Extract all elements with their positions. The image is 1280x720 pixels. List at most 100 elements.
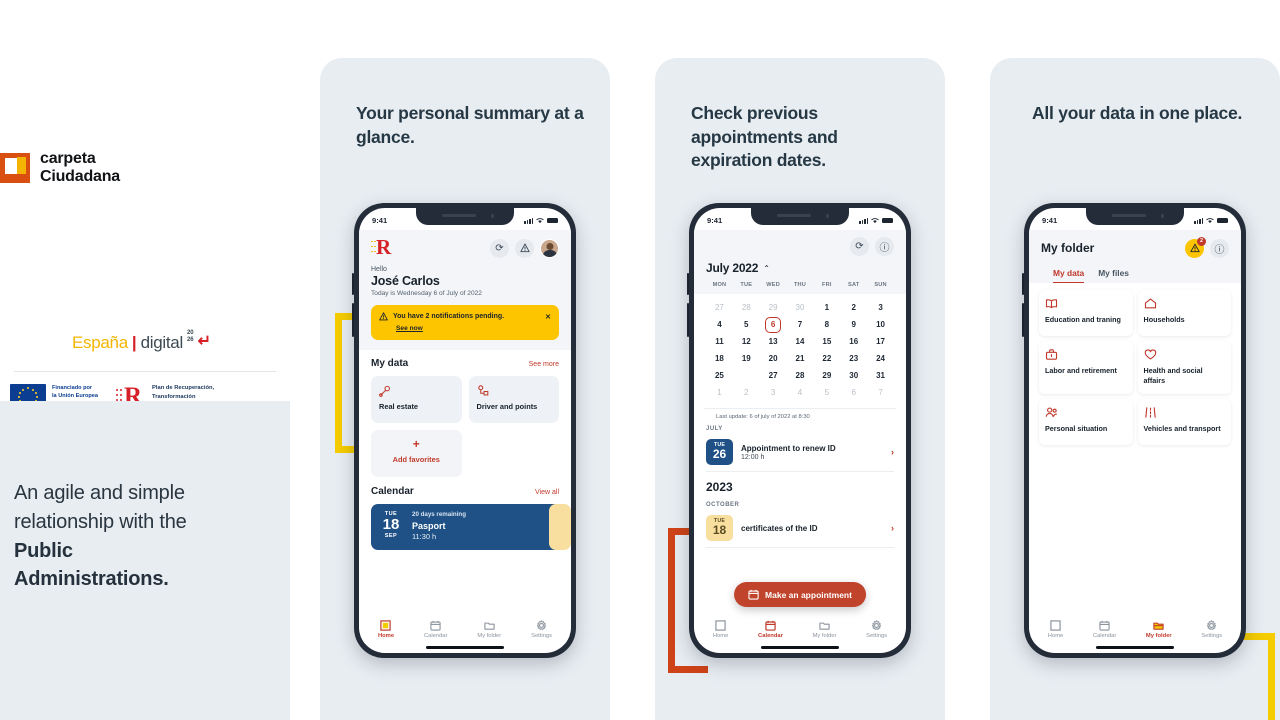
- calendar-day[interactable]: 3: [867, 301, 894, 315]
- calendar-day[interactable]: 23: [840, 352, 867, 366]
- alert-triangle-icon[interactable]: 2: [1185, 236, 1206, 258]
- tab-my-files[interactable]: My files: [1098, 268, 1129, 283]
- folder-header: My folder 2 ⓘ My data My files: [1029, 230, 1241, 283]
- calendar-day[interactable]: 14: [787, 335, 814, 349]
- carpeta-logo-icon: [0, 152, 30, 183]
- calendar-day[interactable]: 2: [840, 301, 867, 315]
- refresh-icon[interactable]: ⟳: [850, 237, 869, 256]
- calendar-day[interactable]: 30: [840, 369, 867, 383]
- month-selector[interactable]: July 2022 ⌃: [706, 261, 894, 275]
- chevron-right-icon: ›: [891, 523, 894, 533]
- calendar-icon: [1093, 619, 1117, 631]
- calendar-day[interactable]: 5: [813, 386, 840, 400]
- plus-icon: +: [412, 437, 420, 451]
- avatar[interactable]: [540, 238, 559, 258]
- next-event-card-peek[interactable]: [549, 504, 571, 550]
- tile-real-estate[interactable]: Real estate: [371, 376, 462, 423]
- tab-settings[interactable]: Settings: [531, 619, 552, 639]
- tab-my-data[interactable]: My data: [1053, 268, 1085, 283]
- tab-settings[interactable]: Settings: [866, 619, 887, 639]
- card-vehicles-and-transport[interactable]: Vehicles and transport: [1137, 399, 1231, 445]
- calendar-day[interactable]: 28: [733, 301, 760, 315]
- brand-divider: [14, 371, 276, 372]
- calendar-day[interactable]: 13: [760, 335, 787, 349]
- calendar-event-card[interactable]: TUE 18 SEP 20 days remaining Pasport 11:…: [371, 504, 571, 550]
- info-icon[interactable]: ⓘ: [1210, 238, 1229, 258]
- card-personal-situation[interactable]: Personal situation: [1039, 399, 1133, 445]
- tab-calendar[interactable]: Calendar: [758, 619, 783, 639]
- my-data-title: My data: [371, 358, 409, 369]
- calendar-day[interactable]: 29: [813, 369, 840, 383]
- calendar-day[interactable]: 29: [760, 301, 787, 315]
- appointment-row[interactable]: TUE 18 certificates of the ID ›: [706, 511, 894, 548]
- tab-calendar[interactable]: Calendar: [1093, 619, 1117, 639]
- tile-driver-and-points[interactable]: Driver and points: [468, 376, 559, 423]
- notification-banner[interactable]: You have 2 notifications pending. ✕ See …: [371, 305, 559, 340]
- calendar-day[interactable]: 6: [840, 386, 867, 400]
- calendar-day[interactable]: 1: [706, 386, 733, 400]
- calendar-day[interactable]: 4: [706, 318, 733, 332]
- tab-my-folder[interactable]: My folder: [813, 619, 837, 639]
- dow-thu: THU: [793, 282, 807, 288]
- calendar-day[interactable]: 3: [760, 386, 787, 400]
- tile-add-favorites[interactable]: + Add favorites: [371, 430, 462, 477]
- calendar-day[interactable]: 2: [733, 386, 760, 400]
- view-all-link[interactable]: View all: [535, 489, 559, 496]
- tab-calendar[interactable]: Calendar: [424, 619, 447, 639]
- calendar-day[interactable]: 6: [760, 318, 787, 332]
- calendar-day[interactable]: 4: [787, 386, 814, 400]
- make-appointment-button[interactable]: Make an appointment: [734, 582, 866, 607]
- see-more-link[interactable]: See more: [529, 361, 559, 368]
- calendar-day[interactable]: 9: [840, 318, 867, 332]
- close-icon[interactable]: ✕: [545, 313, 551, 321]
- calendar-day[interactable]: 18: [706, 352, 733, 366]
- calendar-day[interactable]: 7: [867, 386, 894, 400]
- calendar-day[interactable]: 16: [840, 335, 867, 349]
- home-body: My data See more Real estate Driver and …: [359, 350, 571, 550]
- calendar-day[interactable]: 25: [706, 369, 733, 383]
- calendar-day[interactable]: 5: [733, 318, 760, 332]
- refresh-icon[interactable]: ⟳: [490, 238, 509, 258]
- espana-separator: |: [131, 333, 137, 352]
- carpeta-ciudadana-logo: carpeta Ciudadana: [0, 150, 120, 186]
- calendar-day[interactable]: 15: [813, 335, 840, 349]
- tab-home[interactable]: Home: [378, 619, 394, 639]
- calendar-day[interactable]: 27: [706, 301, 733, 315]
- calendar-day[interactable]: 24: [867, 352, 894, 366]
- calendar-day[interactable]: 10: [867, 318, 894, 332]
- calendar-day[interactable]: 27: [760, 369, 787, 383]
- calendar-day[interactable]: 31: [867, 369, 894, 383]
- tab-home[interactable]: Home: [713, 619, 728, 639]
- calendar-day[interactable]: 7: [787, 318, 814, 332]
- calendar-day[interactable]: 8: [813, 318, 840, 332]
- card-labor-and-retirement[interactable]: Labor and retirement: [1039, 341, 1133, 394]
- calendar-day[interactable]: 11: [706, 335, 733, 349]
- calendar-day[interactable]: 22: [813, 352, 840, 366]
- calendar-day[interactable]: 1: [813, 301, 840, 315]
- card-households[interactable]: Households: [1137, 290, 1231, 336]
- card-health-and-social-affairs[interactable]: Health and social affairs: [1137, 341, 1231, 394]
- info-icon[interactable]: ⓘ: [875, 237, 894, 256]
- chevron-up-icon: ⌃: [763, 263, 770, 273]
- tab-my-folder[interactable]: My folder: [477, 619, 501, 639]
- calendar-day[interactable]: 19: [733, 352, 760, 366]
- calendar-day[interactable]: 12: [733, 335, 760, 349]
- calendar-day[interactable]: 26: [733, 369, 760, 383]
- decorative-bracket-yellow-right: [1235, 633, 1275, 720]
- event-title: Pasport: [412, 521, 446, 531]
- calendar-day[interactable]: 30: [787, 301, 814, 315]
- tab-home[interactable]: Home: [1048, 619, 1063, 639]
- folder-icon: [813, 619, 837, 631]
- appointment-row[interactable]: TUE 26 Appointment to renew ID 12:00 h ›: [706, 435, 894, 472]
- calendar-day[interactable]: 17: [867, 335, 894, 349]
- tab-settings[interactable]: Settings: [1201, 619, 1222, 639]
- driver-points-icon: [477, 384, 552, 396]
- card-education-and-training[interactable]: Education and traning: [1039, 290, 1133, 336]
- calendar-day[interactable]: 20: [760, 352, 787, 366]
- key-icon: [379, 384, 454, 397]
- calendar-day[interactable]: 28: [787, 369, 814, 383]
- alert-triangle-icon[interactable]: [515, 238, 534, 258]
- tab-my-folder[interactable]: My folder: [1146, 619, 1172, 639]
- calendar-day[interactable]: 21: [787, 352, 814, 366]
- see-now-link[interactable]: See now: [396, 325, 551, 332]
